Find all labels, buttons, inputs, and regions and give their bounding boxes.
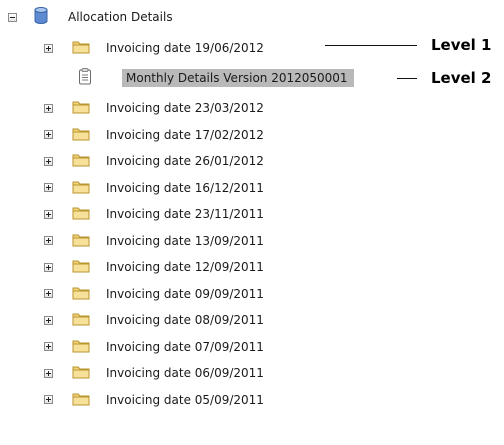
level2-annotation: Level 2 <box>431 69 492 87</box>
tree-item-label-selected: Monthly Details Version 2012050001 <box>122 69 354 87</box>
collapse-toggle-icon[interactable] <box>8 12 17 22</box>
tree-item-label: Invoicing date 16/12/2011 <box>106 180 264 195</box>
tree-root-label: Allocation Details <box>68 10 173 24</box>
tree-item[interactable]: Invoicing date 13/09/2011 <box>44 230 264 252</box>
level2-pointer-line <box>397 78 417 79</box>
tree-item[interactable]: Invoicing date 16/12/2011 <box>44 177 264 199</box>
tree-item-label: Invoicing date 07/09/2011 <box>106 339 264 354</box>
tree-item-label: Invoicing date 23/11/2011 <box>106 207 264 221</box>
tree-item-level2[interactable]: Monthly Details Version 2012050001 <box>78 67 354 89</box>
tree-item-label: Invoicing date 13/09/2011 <box>106 233 264 248</box>
expand-toggle-icon[interactable] <box>44 236 53 245</box>
expand-toggle-icon[interactable] <box>44 156 53 166</box>
folder-icon <box>72 391 90 409</box>
folder-icon <box>72 338 90 356</box>
tree-item-label: Invoicing date 06/09/2011 <box>106 366 264 380</box>
expand-toggle-icon[interactable] <box>44 368 53 378</box>
level1-pointer-line <box>325 45 417 46</box>
folder-icon <box>72 258 90 276</box>
tree-item[interactable]: Invoicing date 17/02/2012 <box>44 124 264 146</box>
tree-item-label: Invoicing date 09/09/2011 <box>106 286 264 301</box>
folder-icon <box>72 285 90 303</box>
tree-item-label: Invoicing date 12/09/2011 <box>106 260 264 274</box>
folder-icon <box>72 152 90 170</box>
tree-item[interactable]: Invoicing date 05/09/2011 <box>44 389 264 411</box>
tree-item-label: Invoicing date 19/06/2012 <box>106 41 264 55</box>
tree-item[interactable]: Invoicing date 23/03/2012 <box>44 97 264 119</box>
tree-item-level1[interactable]: Invoicing date 19/06/2012 <box>44 37 264 59</box>
tree-item-label: Invoicing date 05/09/2011 <box>106 392 264 407</box>
database-icon <box>34 6 48 28</box>
expand-toggle-icon[interactable] <box>44 289 53 298</box>
expand-toggle-icon[interactable] <box>44 315 53 325</box>
expand-toggle-icon[interactable] <box>44 395 53 404</box>
tree-item[interactable]: Invoicing date 08/09/2011 <box>44 309 264 331</box>
tree-root-row[interactable]: Allocation Details <box>8 6 173 28</box>
folder-icon <box>72 364 90 382</box>
folder-icon <box>72 311 90 329</box>
tree-item[interactable]: Invoicing date 06/09/2011 <box>44 362 264 384</box>
tree-item[interactable]: Invoicing date 07/09/2011 <box>44 336 264 358</box>
folder-icon <box>72 39 90 57</box>
tree-item-label: Invoicing date 23/03/2012 <box>106 101 264 115</box>
tree-item-label: Invoicing date 08/09/2011 <box>106 313 264 327</box>
expand-toggle-icon[interactable] <box>44 262 53 272</box>
tree-item[interactable]: Invoicing date 23/11/2011 <box>44 203 264 225</box>
folder-icon <box>72 99 90 117</box>
expand-toggle-icon[interactable] <box>44 209 53 219</box>
expand-toggle-icon[interactable] <box>44 130 53 139</box>
expand-toggle-icon[interactable] <box>44 43 53 53</box>
folder-icon <box>72 179 90 197</box>
tree-item[interactable]: Invoicing date 09/09/2011 <box>44 283 264 305</box>
expand-toggle-icon[interactable] <box>44 342 53 351</box>
expand-toggle-icon[interactable] <box>44 183 53 192</box>
level1-annotation: Level 1 <box>431 36 492 54</box>
document-icon <box>78 68 92 88</box>
tree-item-label: Invoicing date 17/02/2012 <box>106 127 264 142</box>
tree-item-label: Invoicing date 26/01/2012 <box>106 154 264 168</box>
expand-toggle-icon[interactable] <box>44 103 53 113</box>
tree-item[interactable]: Invoicing date 26/01/2012 <box>44 150 264 172</box>
folder-icon <box>72 232 90 250</box>
folder-icon <box>72 205 90 223</box>
tree-item[interactable]: Invoicing date 12/09/2011 <box>44 256 264 278</box>
folder-icon <box>72 126 90 144</box>
